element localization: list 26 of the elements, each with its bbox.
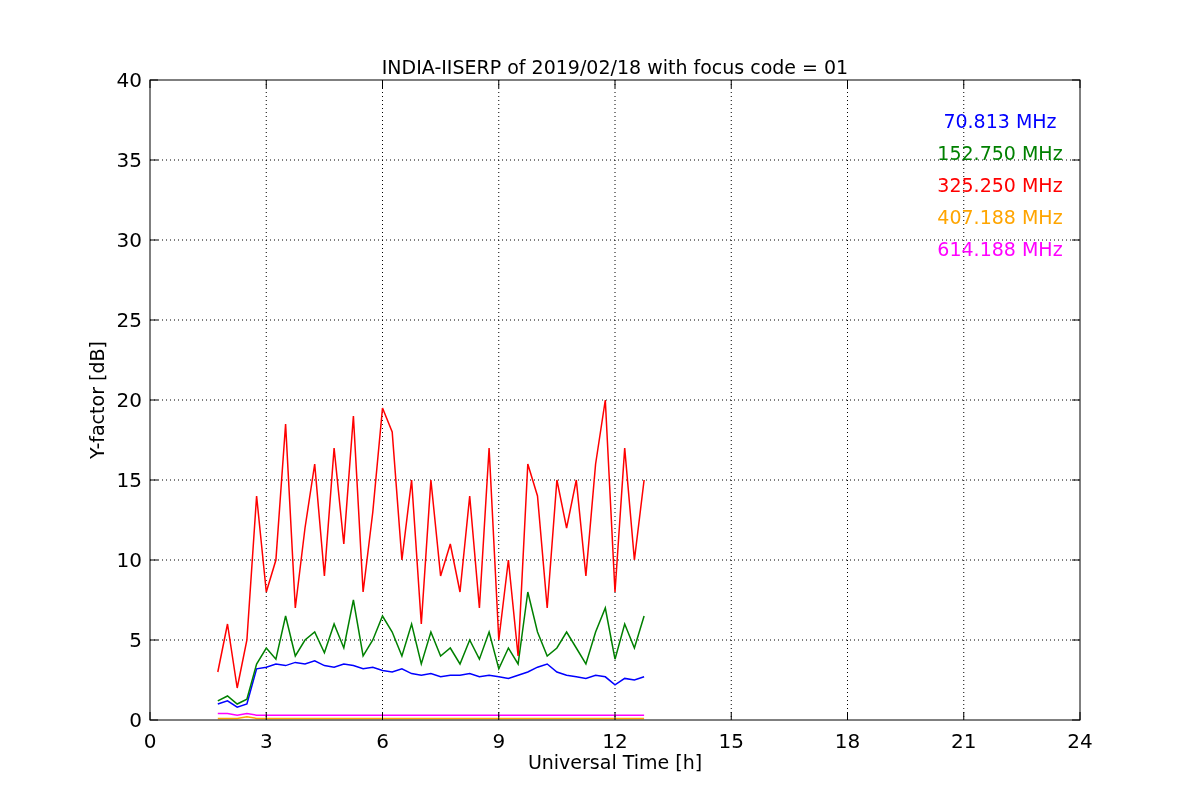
legend-label: 614.188 MHz — [937, 238, 1063, 260]
y-tick-label: 0 — [129, 708, 142, 732]
x-tick-label: 18 — [834, 729, 861, 753]
y-tick-label: 30 — [116, 228, 142, 252]
y-tick-label: 25 — [116, 308, 142, 332]
x-tick-label: 6 — [376, 729, 389, 753]
x-tick-label: 9 — [492, 729, 506, 753]
y-tick-label: 10 — [116, 548, 142, 572]
legend-label: 407.188 MHz — [937, 206, 1063, 228]
y-tick-label: 5 — [129, 628, 142, 652]
x-tick-label: 0 — [143, 729, 157, 753]
y-tick-label: 35 — [116, 148, 142, 172]
y-axis-label: Y-factor [dB] — [86, 341, 108, 459]
x-tick-label: 24 — [1067, 729, 1093, 753]
x-tick-label: 3 — [259, 729, 273, 753]
chart-title: INDIA-IISERP of 2019/02/18 with focus code = 01 — [381, 56, 849, 78]
x-axis-label: Universal Time [h] — [527, 751, 703, 773]
y-tick-label: 40 — [116, 68, 142, 92]
x-tick-label: 15 — [718, 729, 744, 753]
legend-label: 325.250 MHz — [937, 174, 1063, 196]
x-tick-label: 12 — [602, 729, 628, 753]
legend-label: 152.750 MHz — [937, 142, 1063, 164]
x-tick-label: 21 — [951, 729, 977, 753]
y-tick-label: 20 — [116, 388, 142, 412]
legend-label: 70.813 MHz — [943, 110, 1057, 132]
y-tick-label: 15 — [116, 468, 142, 492]
